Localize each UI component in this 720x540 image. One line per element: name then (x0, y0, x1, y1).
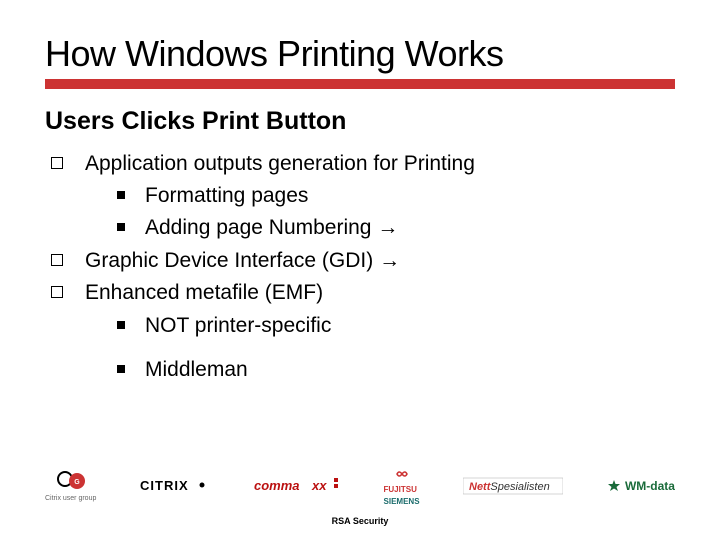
cug-logo: G Citrix user group (45, 471, 96, 502)
siemens-label: SIEMENS (384, 498, 420, 506)
commaxx-logo: comma xx (254, 476, 340, 496)
cug-icon: G (57, 471, 85, 491)
footer: G Citrix user group CITRIX comma xx (0, 462, 720, 540)
list-item: Middleman (45, 356, 675, 384)
bullet-text: NOT printer-specific (145, 312, 331, 340)
list-item: Formatting pages (45, 182, 675, 210)
citrix-logo: CITRIX (140, 476, 210, 496)
bullet-text: Enhanced metafile (EMF) (85, 279, 323, 307)
solid-square-icon (117, 223, 125, 231)
wmdata-logo: WM-data (607, 479, 675, 493)
bullet-text: Application outputs generation for Print… (85, 150, 475, 178)
infinity-icon (394, 466, 410, 482)
solid-square-icon (117, 365, 125, 373)
logo-row: G Citrix user group CITRIX comma xx (45, 462, 675, 510)
page-title: How Windows Printing Works (45, 35, 675, 73)
list-item: Application outputs generation for Print… (45, 150, 675, 178)
nettspes-icon: NettSpesialisten (463, 477, 563, 495)
commaxx-icon: comma xx (254, 476, 340, 496)
cug-logo-label: Citrix user group (45, 495, 96, 502)
svg-text:CITRIX: CITRIX (140, 478, 189, 493)
svg-text:comma: comma (254, 478, 300, 493)
spacer (45, 344, 675, 356)
svg-text:G: G (74, 479, 80, 486)
wmdata-label: WM-data (625, 479, 675, 493)
nettspesialisten-logo: NettSpesialisten (463, 477, 563, 495)
list-item: Graphic Device Interface (GDI) → (45, 247, 675, 275)
bullet-text: Graphic Device Interface (GDI) → (85, 247, 400, 275)
solid-square-icon (117, 321, 125, 329)
svg-text:NettSpesialisten: NettSpesialisten (469, 481, 550, 493)
subtitle: Users Clicks Print Button (45, 107, 675, 136)
slide: How Windows Printing Works Users Clicks … (0, 0, 720, 540)
solid-square-icon (117, 191, 125, 199)
hollow-square-icon (51, 157, 63, 169)
hollow-square-icon (51, 286, 63, 298)
list-item: Enhanced metafile (EMF) (45, 279, 675, 307)
citrix-icon: CITRIX (140, 476, 210, 496)
title-rule (45, 79, 675, 89)
wm-star-icon (607, 479, 621, 493)
bullet-text: Middleman (145, 356, 248, 384)
fujitsu-siemens-logo: FUJITSU SIEMENS (384, 466, 420, 506)
bullet-text: Formatting pages (145, 182, 308, 210)
fujitsu-label: FUJITSU (384, 486, 417, 494)
list-item: NOT printer-specific (45, 312, 675, 340)
hollow-square-icon (51, 254, 63, 266)
svg-text:xx: xx (311, 478, 327, 493)
footer-caption: RSA Security (45, 516, 675, 526)
list-item: Adding page Numbering → (45, 214, 675, 242)
bullet-text: Adding page Numbering → (145, 214, 398, 242)
